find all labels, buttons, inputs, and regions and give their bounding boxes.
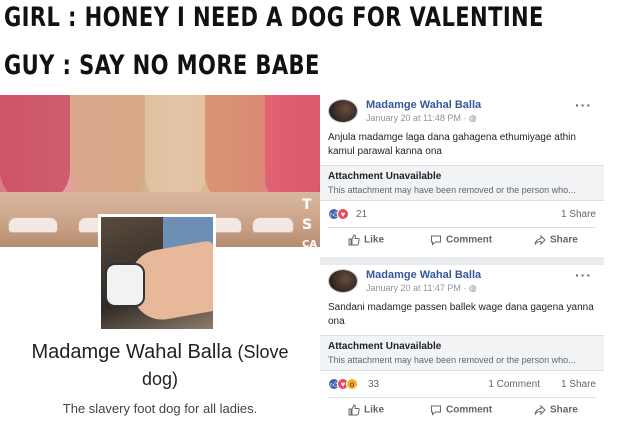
reaction-count[interactable]: 21: [356, 209, 367, 220]
attachment-description: This attachment may have been removed or…: [328, 185, 576, 195]
comment-button[interactable]: Comment: [430, 404, 492, 416]
reaction-count[interactable]: 33: [368, 379, 379, 390]
attachment-description: This attachment may have been removed or…: [328, 355, 576, 365]
share-button[interactable]: Share: [534, 404, 578, 416]
attachment-unavailable: Attachment Unavailable This attachment m…: [320, 165, 604, 201]
globe-icon: ◍: [468, 113, 477, 123]
wow-reaction-icon: o: [346, 378, 358, 390]
profile-description: The slavery foot dog for all ladies.: [62, 401, 258, 416]
share-arrow-icon: [534, 234, 546, 246]
reaction-summary[interactable]: 👍︎ ♥ o 33 1 Comment 1 Share: [328, 377, 596, 393]
attachment-unavailable: Attachment Unavailable This attachment m…: [320, 335, 604, 371]
share-arrow-icon: [534, 404, 546, 416]
thumbs-up-icon: [348, 234, 360, 246]
attachment-title: Attachment Unavailable: [328, 171, 442, 182]
share-count[interactable]: 1 Share: [561, 209, 596, 220]
feed-post: Madamge Wahal Balla January 20 at 11:48 …: [320, 95, 604, 257]
author-avatar[interactable]: [328, 99, 358, 123]
post-author-link[interactable]: Madamge Wahal Balla: [366, 99, 481, 111]
post-timestamp[interactable]: January 20 at 11:48 PM · ◍: [366, 113, 477, 124]
post-timestamp[interactable]: January 20 at 11:47 PM · ◍: [366, 283, 477, 294]
post-text: Anjula madamge laga dana gahagena ethumi…: [328, 132, 576, 157]
profile-picture[interactable]: [98, 214, 216, 332]
reaction-summary[interactable]: 👍︎ ♥ 21 1 Share: [328, 207, 596, 223]
caption-girl-line: Girl : Honey I need a dog for Valentine: [4, 2, 544, 33]
speech-bubble-icon: [431, 235, 441, 246]
globe-icon: ◍: [468, 283, 477, 293]
ellipsis-icon[interactable]: ···: [575, 267, 592, 283]
profile-panel: T S CA Madamge Wahal Balla (Slove dog) T…: [0, 95, 320, 427]
comment-button[interactable]: Comment: [430, 234, 492, 246]
post-author-link[interactable]: Madamge Wahal Balla: [366, 269, 481, 281]
cover-overlay-text: T S CA: [302, 197, 318, 250]
post-actions: Like Comment Share: [328, 232, 596, 252]
like-button[interactable]: Like: [348, 404, 384, 416]
share-button[interactable]: Share: [534, 234, 578, 246]
caption-guy-line: Guy : say no more babe: [4, 50, 320, 81]
news-feed: Madamge Wahal Balla January 20 at 11:48 …: [320, 95, 604, 427]
profile-name: Madamge Wahal Balla (Slove dog): [31, 341, 289, 389]
love-reaction-icon: ♥: [337, 208, 349, 220]
feed-post: Madamge Wahal Balla January 20 at 11:47 …: [320, 265, 604, 427]
comment-count[interactable]: 1 Comment: [488, 379, 540, 390]
author-avatar[interactable]: [328, 269, 358, 293]
share-count[interactable]: 1 Share: [561, 379, 596, 390]
ellipsis-icon[interactable]: ···: [575, 97, 592, 113]
attachment-title: Attachment Unavailable: [328, 341, 442, 352]
like-button[interactable]: Like: [348, 234, 384, 246]
post-actions: Like Comment Share: [328, 402, 596, 422]
thumbs-up-icon: [348, 404, 360, 416]
speech-bubble-icon: [431, 405, 441, 416]
post-text: Sandani madamge passen ballek wage dana …: [328, 302, 594, 327]
